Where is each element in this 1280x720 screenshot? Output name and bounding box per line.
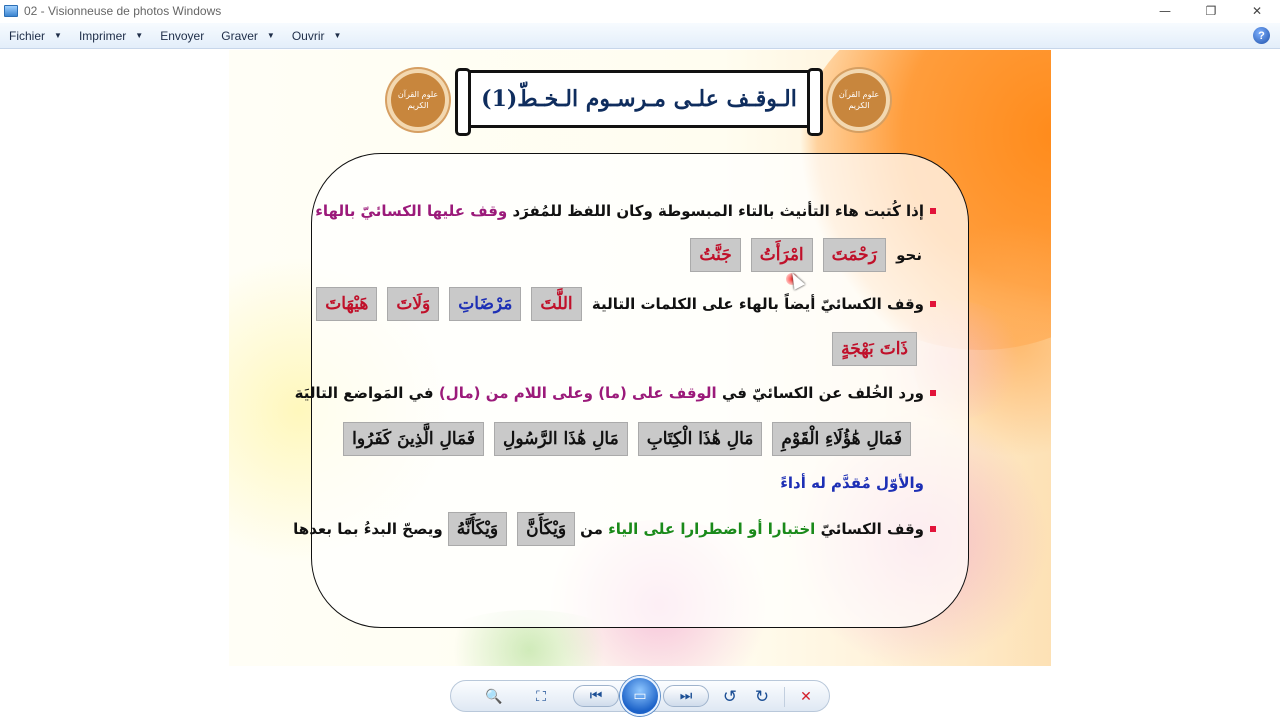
- window-controls: — ❐ ✕: [1142, 0, 1280, 22]
- bullet-icon: [930, 208, 936, 214]
- previous-button[interactable]: ⏮: [573, 685, 619, 707]
- slideshow-icon: ▭: [633, 688, 647, 704]
- next-icon: ⏭: [679, 688, 693, 704]
- emblem-left: علوم القرآن الكريم: [391, 73, 445, 127]
- examples-line-3: فَمَالِ هَٰؤُلَاءِ الْقَوْمِ مَالِ هَٰذَ…: [338, 422, 916, 456]
- help-icon[interactable]: ?: [1253, 27, 1270, 44]
- quran-phrase: مَالِ هَٰذَا الْكِتَابِ: [637, 422, 763, 456]
- next-button[interactable]: ⏭: [663, 685, 709, 707]
- quran-word: جَنَّتُ: [690, 238, 741, 272]
- quran-phrase: مَالِ هَٰذَا الرَّسُولِ: [493, 422, 628, 456]
- previous-icon: ⏮: [589, 688, 603, 704]
- menu-send[interactable]: Envoyer: [151, 23, 212, 49]
- bullet-icon: [930, 526, 936, 532]
- menu-burn[interactable]: Graver ▼: [212, 23, 283, 49]
- bullet-icon: [930, 390, 936, 396]
- window-title: 02 - Visionneuse de photos Windows: [24, 4, 222, 18]
- quran-word: مَرْضَاتِ: [449, 287, 522, 321]
- rotate-left-icon[interactable]: ↺: [719, 686, 741, 708]
- bullet-icon: [930, 301, 936, 307]
- menu-bar: Fichier ▼ Imprimer ▼ Envoyer Graver ▼ Ouvri…: [0, 23, 1280, 49]
- zoom-icon[interactable]: 🔍: [479, 687, 509, 707]
- examples-line-2: ذَاتَ بَهْجَةٍ: [827, 332, 922, 366]
- bullet-line-4: وقف الكسائيّ اختبارا أو اضطرارا على اليا…: [293, 512, 936, 546]
- rotate-right-icon[interactable]: ↻: [751, 686, 773, 708]
- slide-title: الـوقـف علـى مـرسـوم الـخـطّ(1): [481, 86, 797, 112]
- emblem-right: علوم القرآن الكريم: [832, 73, 886, 127]
- fit-window-icon[interactable]: ⛶: [529, 687, 553, 707]
- chevron-down-icon: ▼: [54, 31, 62, 40]
- menu-open[interactable]: Ouvrir ▼: [283, 23, 350, 49]
- quran-word: وَيْكَأَنَّ: [517, 512, 576, 546]
- menu-file[interactable]: Fichier ▼: [0, 23, 70, 49]
- bullet-line-1: إذا كُتبت هاء التأنيث بالتاء المبسوطة وك…: [315, 202, 936, 220]
- photo-viewer-icon: [4, 5, 18, 17]
- bullet-line-2: وقف الكسائيّ أيضاً بالهاء على الكلمات ال…: [311, 287, 936, 321]
- viewer-toolbar: 🔍 ⛶ ⏮ ▭ ⏭ ↺ ↻ ✕: [450, 676, 830, 716]
- quran-word: اللَّتَ: [531, 287, 582, 321]
- quran-word: امْرَأَتُ: [750, 238, 813, 272]
- quran-word: ذَاتَ بَهْجَةٍ: [832, 332, 917, 366]
- chevron-down-icon: ▼: [333, 31, 342, 40]
- chevron-down-icon: ▼: [266, 31, 275, 40]
- quran-word: وَلَاتَ: [387, 287, 440, 321]
- delete-icon[interactable]: ✕: [794, 686, 818, 708]
- quran-phrase: فَمَالِ هَٰؤُلَاءِ الْقَوْمِ: [772, 422, 911, 456]
- close-button[interactable]: ✕: [1234, 0, 1280, 22]
- quran-word: رَحْمَتَ: [822, 238, 886, 272]
- slide-title-frame: الـوقـف علـى مـرسـوم الـخـطّ(1): [455, 68, 823, 136]
- toolbar-divider: [784, 687, 785, 707]
- content-box: إذا كُتبت هاء التأنيث بالتاء المبسوطة وك…: [293, 153, 969, 628]
- quran-phrase: فَمَالِ الَّذِينَ كَفَرُوا: [343, 422, 484, 456]
- quran-word: وَيْكَأَنَّهُ: [447, 512, 508, 546]
- examples-line-1: نحو رَحْمَتَ امْرَأَتُ جَنَّتُ: [685, 238, 922, 272]
- restore-button[interactable]: ❐: [1188, 0, 1234, 22]
- slideshow-button[interactable]: ▭: [620, 676, 660, 716]
- bullet-line-3: ورد الخُلف عن الكسائيّ في الوقف على (ما)…: [295, 384, 936, 402]
- menu-print[interactable]: Imprimer ▼: [70, 23, 151, 49]
- quran-word: هَيْهَاتَ: [316, 287, 378, 321]
- note-line: والأوّل مُقدَّم له أداءً: [780, 474, 924, 492]
- title-bar: 02 - Visionneuse de photos Windows — ❐ ✕: [0, 0, 1280, 22]
- minimize-button[interactable]: —: [1142, 0, 1188, 22]
- chevron-down-icon: ▼: [135, 31, 144, 40]
